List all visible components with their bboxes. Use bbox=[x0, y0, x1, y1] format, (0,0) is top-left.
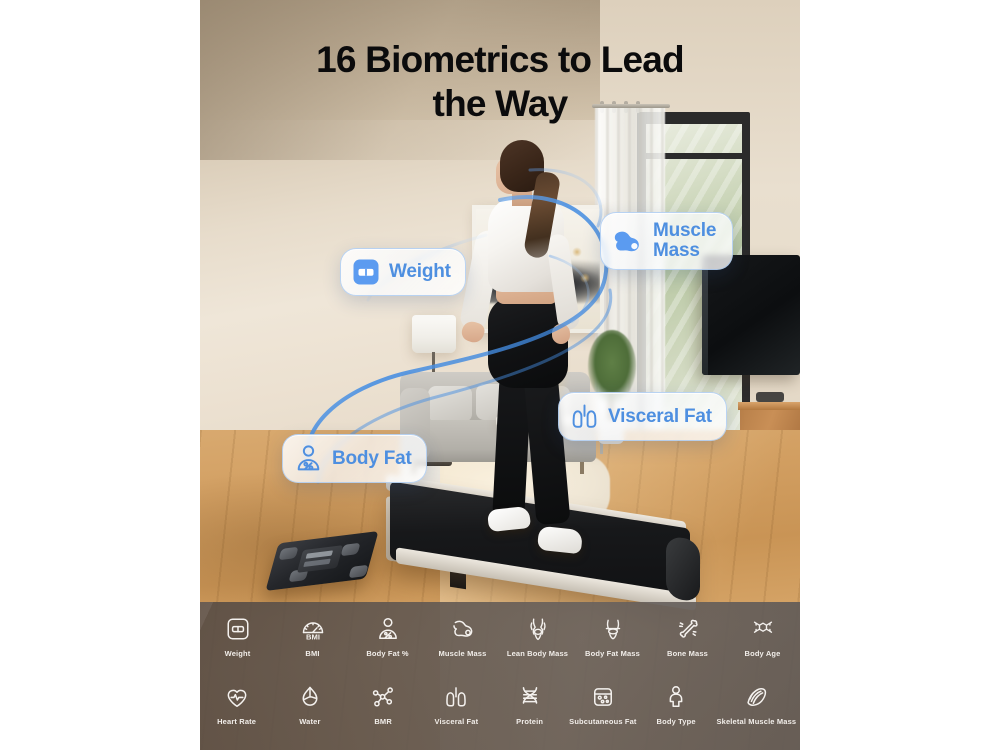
metric-label: Lean Body Mass bbox=[506, 649, 569, 658]
metric-water[interactable]: Water bbox=[277, 682, 343, 726]
metric-label: Skeletal Muscle Mass bbox=[716, 717, 797, 726]
molecule-hex-icon bbox=[749, 614, 777, 644]
metric-bone-mass[interactable]: Bone Mass bbox=[655, 614, 721, 658]
waist-icon bbox=[600, 614, 626, 644]
metric-visceral-fat[interactable]: Visceral Fat bbox=[423, 682, 489, 726]
sofa-pillow bbox=[428, 386, 472, 422]
biometrics-row-2: Heart Rate Water BMR Visceral Fat Protei… bbox=[200, 682, 800, 726]
metric-label: Bone Mass bbox=[667, 649, 708, 658]
badge-body-fat-label: Body Fat bbox=[332, 447, 412, 469]
metric-body-age[interactable]: Body Age bbox=[730, 614, 796, 658]
metric-label: Body Fat % bbox=[366, 649, 409, 658]
body-figure-icon bbox=[663, 682, 689, 712]
art-accent bbox=[572, 247, 582, 257]
metric-label: Heart Rate bbox=[217, 717, 257, 726]
torso-icon bbox=[525, 614, 551, 644]
metric-label: BMR bbox=[374, 717, 392, 726]
badge-weight-label: Weight bbox=[389, 261, 451, 283]
badge-muscle-mass[interactable]: Muscle Mass bbox=[600, 212, 734, 270]
metric-label: Visceral Fat bbox=[434, 717, 479, 726]
scale-icon bbox=[353, 259, 379, 285]
metric-heart-rate[interactable]: Heart Rate bbox=[204, 682, 270, 726]
badge-body-fat[interactable]: Body Fat bbox=[282, 434, 427, 483]
bmi-gauge-icon: BMI bbox=[299, 614, 327, 644]
badge-muscle-mass-label: Muscle Mass bbox=[653, 220, 717, 261]
muscle-fiber-icon bbox=[743, 682, 769, 712]
metric-subcutaneous-fat[interactable]: Subcutaneous Fat bbox=[569, 682, 637, 726]
biometrics-strip: Weight BMI BMI Body Fat % Muscle Mass Le… bbox=[200, 602, 800, 750]
bone-icon bbox=[675, 614, 701, 644]
metric-skeletal-muscle-mass[interactable]: Skeletal Muscle Mass bbox=[716, 682, 796, 726]
metric-bmr[interactable]: BMR bbox=[350, 682, 416, 726]
metric-weight[interactable]: Weight bbox=[205, 614, 271, 658]
svg-text:BMI: BMI bbox=[306, 633, 320, 642]
bicep-icon bbox=[614, 231, 639, 252]
water-drop-icon bbox=[297, 682, 323, 712]
metric-body-fat-pct[interactable]: Body Fat % bbox=[355, 614, 421, 658]
jar-icon bbox=[590, 682, 616, 712]
badge-weight[interactable]: Weight bbox=[340, 248, 466, 296]
sofa-leg bbox=[580, 460, 584, 474]
model-right-hand bbox=[552, 324, 570, 344]
marketing-graphic: Weight Muscle Mass Visceral Fat Body Fat… bbox=[0, 0, 1000, 750]
floor-lamp-shade bbox=[412, 315, 456, 353]
metric-label: Body Fat Mass bbox=[585, 649, 640, 658]
metric-protein[interactable]: Protein bbox=[497, 682, 563, 726]
badge-visceral-fat-label: Visceral Fat bbox=[608, 405, 712, 427]
metric-label: Muscle Mass bbox=[438, 649, 487, 658]
metric-bmi[interactable]: BMI BMI bbox=[280, 614, 346, 658]
art-accent bbox=[580, 273, 590, 283]
sideboard-top bbox=[738, 402, 800, 410]
metric-label: Weight bbox=[224, 649, 251, 658]
metric-body-type[interactable]: Body Type bbox=[643, 682, 709, 726]
metric-label: Water bbox=[299, 717, 321, 726]
dna-icon bbox=[517, 682, 543, 712]
metric-label: BMI bbox=[305, 649, 320, 658]
badge-visceral-fat[interactable]: Visceral Fat bbox=[558, 392, 727, 441]
lungs-icon bbox=[572, 404, 597, 428]
lungs-icon bbox=[443, 682, 469, 712]
scale-icon bbox=[225, 614, 251, 644]
metric-body-fat-mass[interactable]: Body Fat Mass bbox=[580, 614, 646, 658]
heart-pulse-icon bbox=[224, 682, 250, 712]
biometrics-row-1: Weight BMI BMI Body Fat % Muscle Mass Le… bbox=[200, 614, 800, 658]
model-left-shoe bbox=[486, 505, 532, 533]
metric-label: Body Type bbox=[656, 717, 696, 726]
person-percent-icon bbox=[375, 614, 401, 644]
person-percent-icon bbox=[297, 445, 320, 471]
metric-label: Protein bbox=[516, 717, 544, 726]
bicep-icon bbox=[450, 614, 476, 644]
tv-edge bbox=[702, 255, 708, 375]
treadmill-roller bbox=[666, 535, 700, 603]
metric-label: Body Age bbox=[744, 649, 781, 658]
metric-lean-body-mass[interactable]: Lean Body Mass bbox=[505, 614, 571, 658]
metric-muscle-mass[interactable]: Muscle Mass bbox=[430, 614, 496, 658]
sideboard-object bbox=[756, 392, 784, 402]
page-title: 16 Biometrics to Lead the Way bbox=[316, 39, 685, 124]
metric-label: Subcutaneous Fat bbox=[569, 717, 637, 726]
wall-tv bbox=[702, 255, 800, 375]
molecule-node-icon bbox=[370, 682, 396, 712]
